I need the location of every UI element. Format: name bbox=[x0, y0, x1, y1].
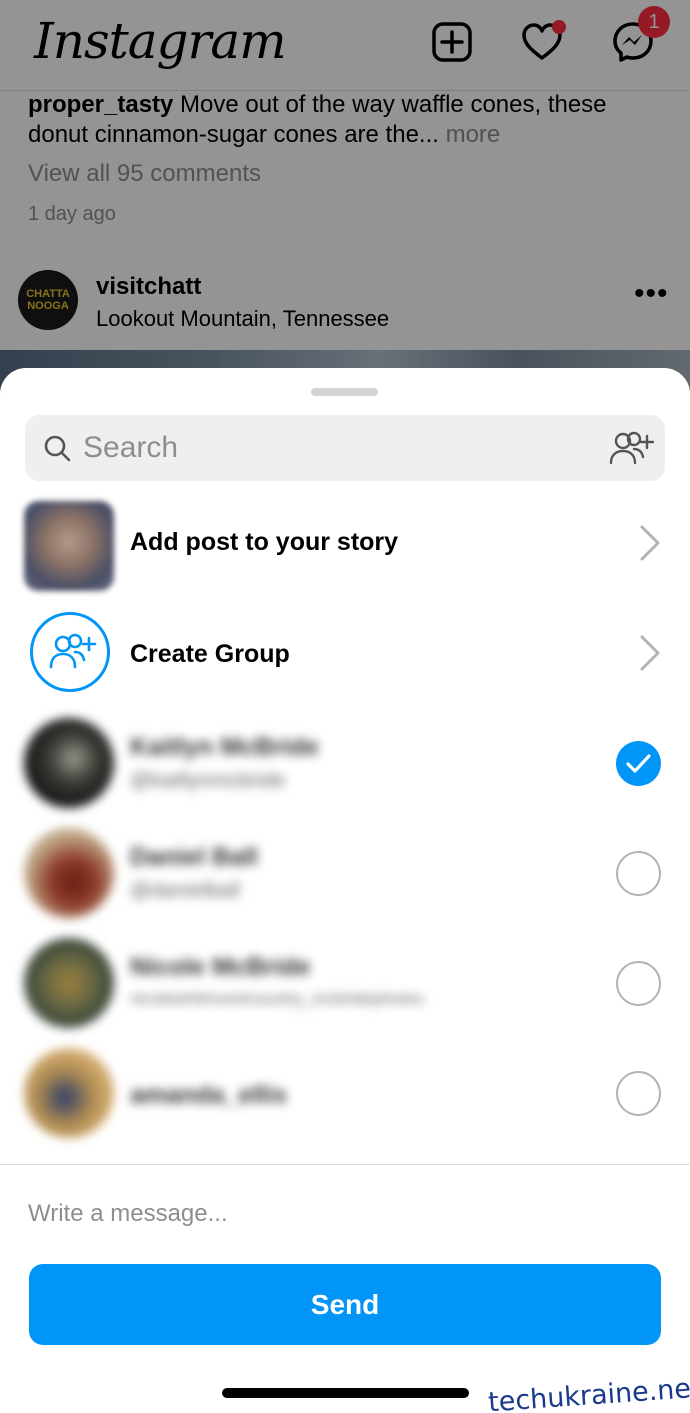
select-checkbox[interactable] bbox=[616, 1071, 661, 1116]
add-to-story-label: Add post to your story bbox=[130, 528, 399, 556]
sheet-divider bbox=[0, 1164, 690, 1165]
add-to-story-row[interactable]: Add post to your story bbox=[0, 493, 690, 593]
contact-name: amanda_ellis bbox=[130, 1081, 288, 1109]
search-icon bbox=[44, 435, 71, 462]
dim-overlay[interactable] bbox=[0, 0, 690, 420]
sheet-grabber-handle[interactable] bbox=[311, 388, 378, 396]
contact-handle: nicolewhitmorelcountry_mcbridephotos bbox=[130, 989, 424, 1008]
message-input[interactable] bbox=[28, 1194, 658, 1234]
checkmark-icon bbox=[626, 754, 651, 773]
contact-name: Daniel Ball bbox=[130, 843, 258, 871]
contact-name: Nicole McBride bbox=[130, 953, 311, 981]
contact-row[interactable]: amanda_ellis bbox=[0, 1048, 690, 1148]
contact-row[interactable]: Kaitlyn McBride @kaitlynmcbride bbox=[0, 718, 690, 818]
search-bar[interactable] bbox=[25, 415, 665, 481]
contact-handle: @kaitlynmcbride bbox=[130, 769, 286, 792]
select-checkbox-checked[interactable] bbox=[616, 741, 661, 786]
send-button[interactable]: Send bbox=[29, 1264, 661, 1345]
add-people-icon[interactable] bbox=[608, 430, 654, 466]
chevron-right-icon bbox=[640, 525, 660, 561]
select-checkbox[interactable] bbox=[616, 961, 661, 1006]
share-sheet: Add post to your story Create Group Kait… bbox=[0, 368, 690, 1413]
story-avatar bbox=[24, 501, 114, 591]
contact-avatar bbox=[24, 828, 114, 918]
search-input[interactable] bbox=[83, 415, 603, 481]
create-group-icon bbox=[30, 612, 110, 692]
contact-name: Kaitlyn McBride bbox=[130, 733, 319, 761]
watermark: techukraine.net bbox=[487, 1372, 690, 1413]
contact-row[interactable]: Nicole McBride nicolewhitmorelcountry_mc… bbox=[0, 938, 690, 1038]
create-group-label: Create Group bbox=[130, 640, 290, 668]
home-indicator[interactable] bbox=[222, 1388, 469, 1398]
contact-avatar bbox=[24, 938, 114, 1028]
select-checkbox[interactable] bbox=[616, 851, 661, 896]
contact-handle: @danielball bbox=[130, 879, 241, 902]
contact-avatar bbox=[24, 1048, 114, 1138]
contact-avatar bbox=[24, 718, 114, 808]
create-group-row[interactable]: Create Group bbox=[0, 603, 690, 703]
chevron-right-icon bbox=[640, 635, 660, 671]
contact-row[interactable]: Daniel Ball @danielball bbox=[0, 828, 690, 928]
